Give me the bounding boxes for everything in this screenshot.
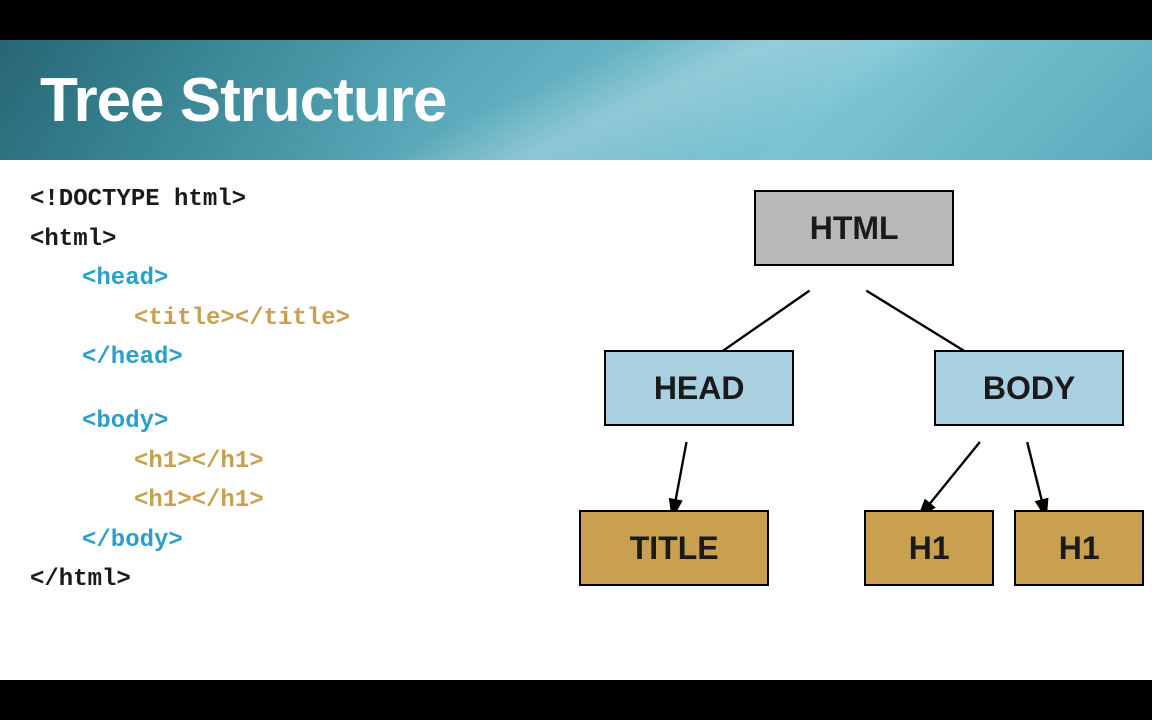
code-line-head-close: </head> <box>30 338 554 378</box>
tree-node-head: HEAD <box>604 350 794 426</box>
code-line-doctype: <!DOCTYPE html> <box>30 180 554 220</box>
code-block: <!DOCTYPE html> <html> <head> <title></t… <box>30 180 554 670</box>
tree-node-h1-a: H1 <box>864 510 994 586</box>
code-line-body-open: <body> <box>30 402 554 442</box>
slide-title: Tree Structure <box>40 65 446 136</box>
code-line-h1-b: <h1></h1> <box>30 481 554 521</box>
slide-content: <!DOCTYPE html> <html> <head> <title></t… <box>0 160 1152 680</box>
code-line-html-close: </html> <box>30 560 554 600</box>
code-line-html-open: <html> <box>30 220 554 260</box>
tree-node-title: TITLE <box>579 510 769 586</box>
code-blank-line <box>30 378 554 402</box>
tree-node-html: HTML <box>754 190 954 266</box>
tree-diagram: HTML HEAD BODY TITLE H1 H1 <box>554 180 1122 670</box>
code-line-body-close: </body> <box>30 521 554 561</box>
tree-node-h1-b: H1 <box>1014 510 1144 586</box>
code-line-head-open: <head> <box>30 259 554 299</box>
code-line-title: <title></title> <box>30 299 554 339</box>
tree-node-body: BODY <box>934 350 1124 426</box>
slide-header: Tree Structure <box>0 40 1152 160</box>
slide: Tree Structure <!DOCTYPE html> <html> <h… <box>0 40 1152 680</box>
code-line-h1-a: <h1></h1> <box>30 442 554 482</box>
